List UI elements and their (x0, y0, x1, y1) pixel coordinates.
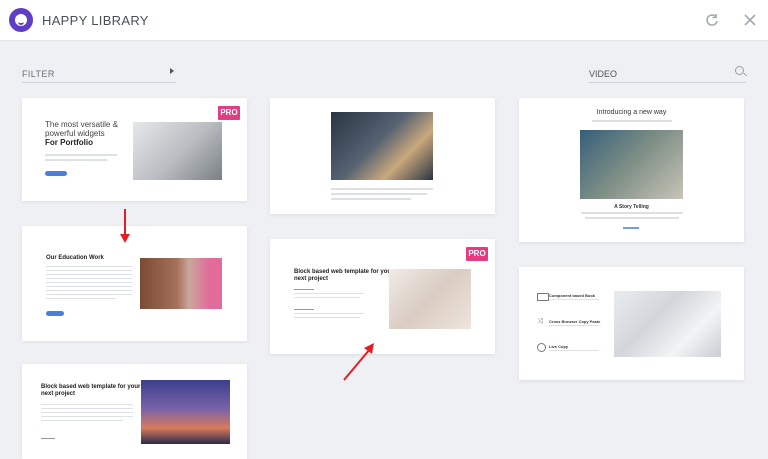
red-arrow-down-icon (120, 209, 130, 243)
red-arrow-diagonal-icon (343, 343, 374, 381)
annotation-arrows (120, 209, 374, 381)
